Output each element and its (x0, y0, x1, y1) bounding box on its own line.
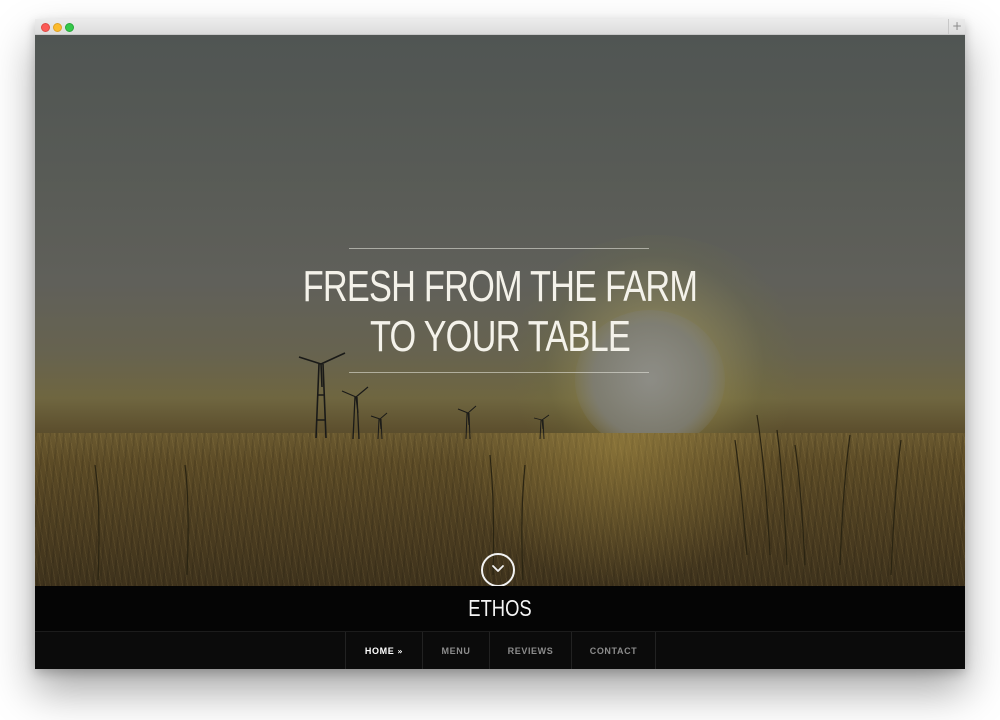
nav-item-label: REVIEWS (507, 646, 554, 656)
screenshot-stage: + FRESH FROM THE FARM TO YOUR TABLE ETHO… (0, 0, 1000, 720)
nav-item-menu[interactable]: MENU (423, 632, 490, 669)
site-header: ETHOS (35, 586, 965, 631)
chevron-down-icon (492, 565, 504, 572)
site-logo[interactable]: ETHOS (128, 595, 872, 622)
window-titlebar: + (35, 19, 965, 35)
wind-turbine (370, 412, 388, 440)
wind-turbine (533, 414, 550, 440)
headline-line-2: TO YOUR TABLE (369, 312, 631, 361)
new-tab-button[interactable]: + (948, 19, 965, 34)
nav-item-label: MENU (441, 646, 471, 656)
double-chevron-down-icon: » (397, 647, 404, 656)
hero-headline: FRESH FROM THE FARM TO YOUR TABLE (137, 262, 862, 362)
close-window-icon[interactable] (41, 23, 50, 32)
main-navigation: HOME» MENU REVIEWS CONTACT (35, 631, 965, 669)
scroll-down-button[interactable] (481, 553, 515, 586)
nav-item-contact[interactable]: CONTACT (572, 632, 656, 669)
headline-line-1: FRESH FROM THE FARM (302, 262, 698, 311)
wind-turbine (298, 352, 346, 439)
nav-item-home[interactable]: HOME» (346, 632, 423, 669)
wind-turbine (341, 386, 369, 440)
nav-item-label: CONTACT (589, 646, 638, 656)
minimize-window-icon[interactable] (53, 23, 62, 32)
headline-rule-bottom (349, 372, 649, 373)
browser-window: + FRESH FROM THE FARM TO YOUR TABLE ETHO… (35, 19, 965, 669)
hero-section: FRESH FROM THE FARM TO YOUR TABLE (35, 35, 965, 586)
zoom-window-icon[interactable] (65, 23, 74, 32)
nav-menu: HOME» MENU REVIEWS CONTACT (345, 632, 656, 669)
wind-turbine (457, 405, 477, 440)
headline-rule-top (349, 248, 649, 249)
nav-item-label: HOME (364, 646, 395, 656)
nav-item-reviews[interactable]: REVIEWS (490, 632, 572, 669)
